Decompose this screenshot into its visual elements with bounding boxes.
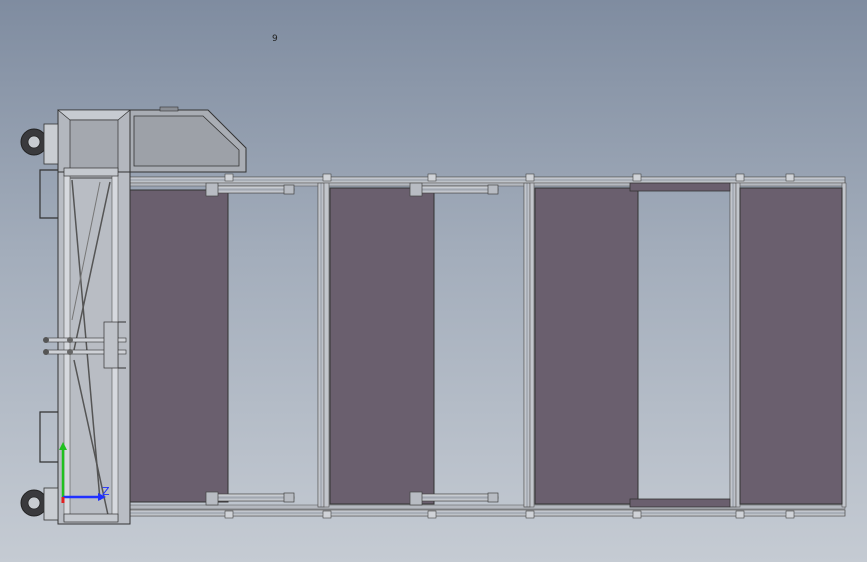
caster-wheel-top (20, 123, 59, 165)
panel-2 (329, 187, 435, 505)
control-box (124, 106, 247, 173)
cad-model-drawing: Z (20, 106, 847, 525)
cad-viewport[interactable]: 9 Z (0, 0, 867, 562)
rail-brackets (224, 173, 795, 519)
triad-z-label: Z (102, 485, 110, 498)
panel-4 (739, 187, 843, 505)
panel-1 (128, 189, 229, 503)
caster-wheel-bottom (20, 487, 59, 521)
panel-3 (534, 187, 639, 505)
left-frame (57, 109, 131, 525)
side-brackets (39, 169, 58, 463)
